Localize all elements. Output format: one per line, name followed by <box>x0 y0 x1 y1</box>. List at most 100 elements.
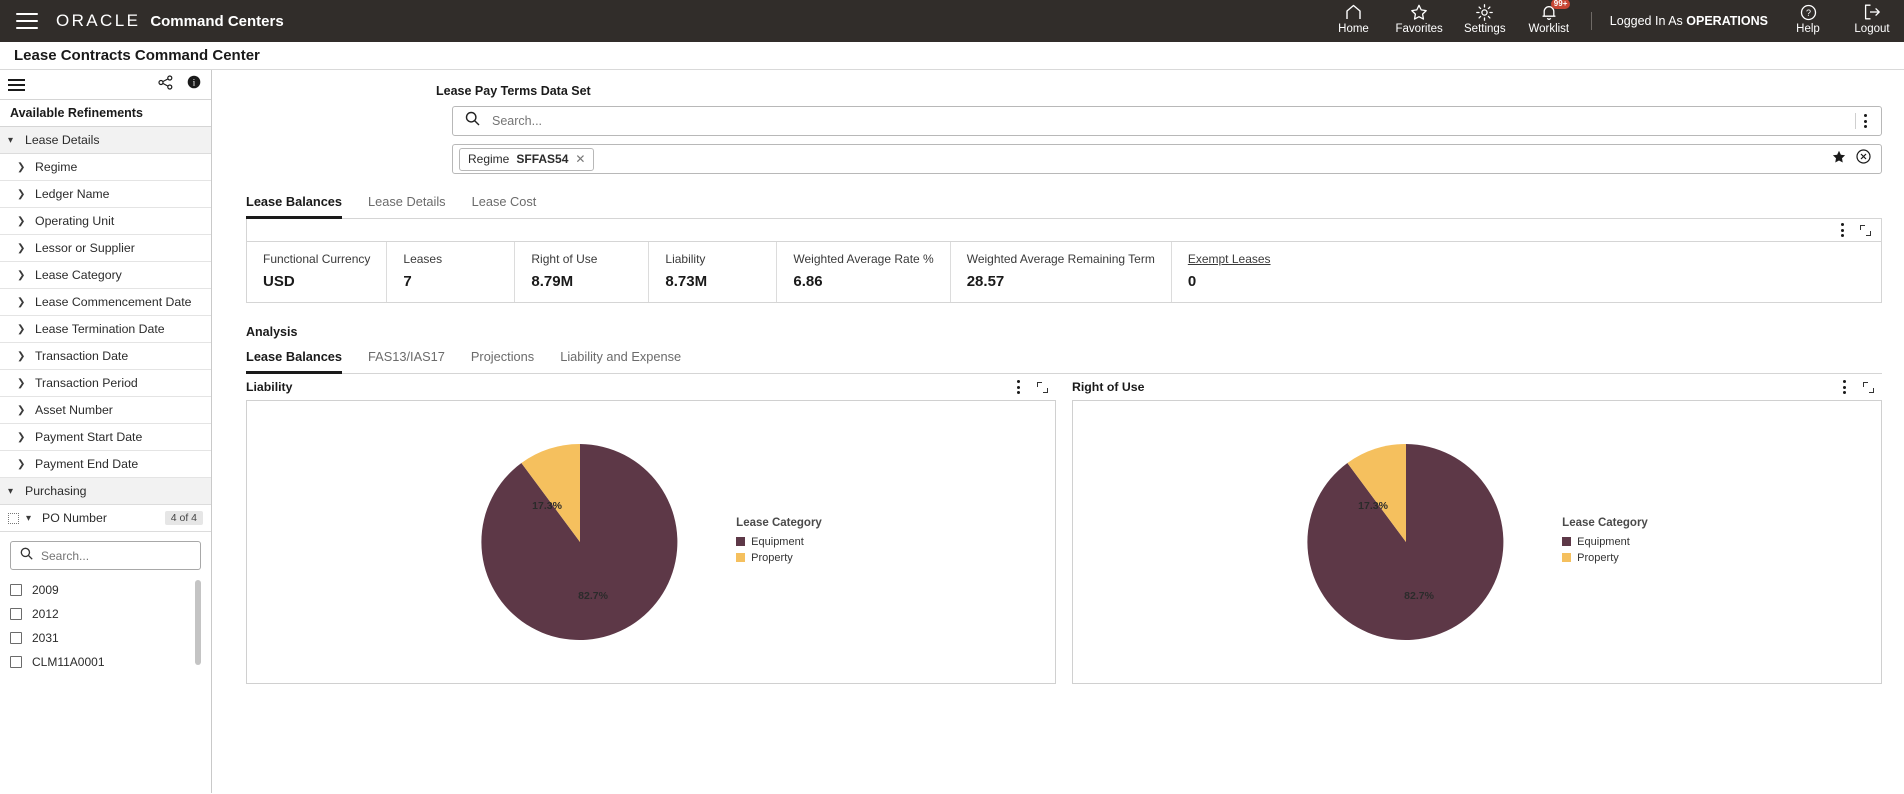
pie-chart-right-of-use[interactable]: 17.3% 82.7% <box>1306 442 1506 642</box>
sidebar-item-label: Regime <box>35 160 78 174</box>
search-input[interactable] <box>492 114 1855 128</box>
analysis-tab-lease-balances[interactable]: Lease Balances <box>246 349 343 374</box>
nav-help[interactable]: ? Help <box>1776 0 1840 35</box>
share-icon[interactable] <box>158 74 173 95</box>
chart-kebab-icon[interactable] <box>1009 380 1028 394</box>
filter-chip-regime[interactable]: Regime SFFAS54 ✕ <box>459 147 595 171</box>
list-item[interactable]: CLM11A0001 <box>10 650 191 674</box>
sidebar-group-purchasing[interactable]: ▾ Purchasing <box>0 478 211 505</box>
po-option-list: 2009 2012 2031 CLM11A0001 <box>10 578 201 674</box>
metric-label: Weighted Average Rate % <box>793 252 934 266</box>
sidebar-item-lease-termination-date[interactable]: ❯ Lease Termination Date <box>0 316 211 343</box>
sidebar-item-lease-commencement-date[interactable]: ❯ Lease Commencement Date <box>0 289 211 316</box>
legend-item-equipment[interactable]: Equipment <box>1562 536 1648 548</box>
sidebar-item-label: Lease Category <box>35 268 122 282</box>
sidebar-item-transaction-date[interactable]: ❯ Transaction Date <box>0 343 211 370</box>
global-menu-icon[interactable] <box>16 13 38 29</box>
analysis-tab-fas13-ias17[interactable]: FAS13/IAS17 <box>368 349 445 374</box>
sidebar-item-regime[interactable]: ❯ Regime <box>0 154 211 181</box>
po-number-count: 4 of 4 <box>164 511 203 525</box>
legend-item-equipment[interactable]: Equipment <box>736 536 822 548</box>
sidebar-item-payment-end-date[interactable]: ❯ Payment End Date <box>0 451 211 478</box>
sidebar-item-label: Ledger Name <box>35 187 110 201</box>
metric-label[interactable]: Exempt Leases <box>1188 252 1271 266</box>
tab-lease-balances[interactable]: Lease Balances <box>246 194 343 219</box>
legend-swatch-equipment <box>1562 537 1572 546</box>
sidebar-item-label: Transaction Period <box>35 376 138 390</box>
sidebar-item-lessor-or-supplier[interactable]: ❯ Lessor or Supplier <box>0 235 211 262</box>
legend-item-property[interactable]: Property <box>736 552 822 564</box>
chart-expand-icon[interactable] <box>1037 381 1048 393</box>
sidebar-group-label: Purchasing <box>25 484 87 498</box>
pie-chart-liability[interactable]: 17.3% 82.7% <box>480 442 680 642</box>
drag-handle-icon <box>8 512 19 524</box>
sidebar-item-lease-category[interactable]: ❯ Lease Category <box>0 262 211 289</box>
nav-favorites-label: Favorites <box>1395 23 1443 35</box>
svg-text:?: ? <box>1805 8 1810 18</box>
star-filled-icon[interactable] <box>1832 150 1846 169</box>
question-circle-icon: ? <box>1800 2 1817 22</box>
sidebar-item-transaction-period[interactable]: ❯ Transaction Period <box>0 370 211 397</box>
chart-legend-liability: Lease Category Equipment Property <box>736 517 822 568</box>
body: i Available Refinements ▾ Lease Details … <box>0 70 1904 793</box>
legend-swatch-property <box>1562 553 1572 562</box>
legend-label: Property <box>1577 551 1619 564</box>
po-search-box[interactable] <box>10 541 201 570</box>
nav-favorites[interactable]: Favorites <box>1386 0 1453 35</box>
nav-home[interactable]: Home <box>1322 0 1386 35</box>
sidebar-item-label: Lease Commencement Date <box>35 295 192 309</box>
star-icon <box>1410 2 1428 22</box>
checkbox-icon[interactable] <box>10 608 22 620</box>
metrics-expand-icon[interactable] <box>1860 224 1871 236</box>
analysis-tab-projections[interactable]: Projections <box>471 349 534 374</box>
checkbox-icon[interactable] <box>10 584 22 596</box>
po-list-scrollbar[interactable] <box>195 580 201 665</box>
list-item[interactable]: 2031 <box>10 626 191 650</box>
checkbox-icon[interactable] <box>10 632 22 644</box>
sidebar-item-label: Lessor or Supplier <box>35 241 135 255</box>
checkbox-icon[interactable] <box>10 656 22 668</box>
nav-help-label: Help <box>1796 23 1820 35</box>
analysis-tab-liability-and-expense[interactable]: Liability and Expense <box>560 349 681 374</box>
metrics-kebab-icon[interactable] <box>1833 223 1852 237</box>
metric-leases: Leases 7 <box>387 242 516 302</box>
metric-label: Leases <box>403 252 443 266</box>
search-options-kebab-icon[interactable] <box>1856 114 1875 128</box>
po-option-label: 2012 <box>32 607 59 621</box>
sidebar-item-ledger-name[interactable]: ❯ Ledger Name <box>0 181 211 208</box>
chevron-down-icon: ▾ <box>26 512 32 524</box>
sidebar-item-payment-start-date[interactable]: ❯ Payment Start Date <box>0 424 211 451</box>
chevron-right-icon: ❯ <box>17 296 26 308</box>
sidebar-item-po-number[interactable]: ▾ PO Number 4 of 4 <box>0 505 211 532</box>
chevron-right-icon: ❯ <box>17 188 26 200</box>
tab-lease-details[interactable]: Lease Details <box>368 194 446 219</box>
po-search-input[interactable] <box>41 548 191 563</box>
sidebar-item-label: Payment End Date <box>35 457 139 471</box>
nav-settings-label: Settings <box>1464 23 1506 35</box>
chart-kebab-icon[interactable] <box>1835 380 1854 394</box>
nav-logout[interactable]: Logout <box>1840 0 1904 35</box>
sidebar-group-lease-details[interactable]: ▾ Lease Details <box>0 127 211 154</box>
sidebar-item-operating-unit[interactable]: ❯ Operating Unit <box>0 208 211 235</box>
chart-expand-icon[interactable] <box>1863 381 1874 393</box>
clear-circle-icon[interactable] <box>1856 149 1871 169</box>
metric-value: 8.73M <box>665 273 708 290</box>
legend-item-property[interactable]: Property <box>1562 552 1648 564</box>
sidebar-menu-icon[interactable] <box>8 78 25 91</box>
sidebar-item-asset-number[interactable]: ❯ Asset Number <box>0 397 211 424</box>
metric-value: 28.57 <box>966 273 1005 290</box>
metric-label: Functional Currency <box>263 252 371 266</box>
chevron-right-icon: ❯ <box>17 458 26 470</box>
list-item[interactable]: 2009 <box>10 578 191 602</box>
global-search-box[interactable] <box>452 106 1882 136</box>
info-icon[interactable]: i <box>187 75 201 94</box>
oracle-logo: ORACLE <box>56 11 141 30</box>
nav-settings[interactable]: Settings <box>1453 0 1517 35</box>
logout-arrow-icon <box>1864 2 1881 22</box>
tab-lease-cost[interactable]: Lease Cost <box>472 194 537 219</box>
nav-logout-label: Logout <box>1854 23 1890 35</box>
nav-worklist[interactable]: 99+ Worklist <box>1517 0 1581 35</box>
close-icon[interactable]: ✕ <box>575 152 585 166</box>
list-item[interactable]: 2012 <box>10 602 191 626</box>
main-content: Lease Pay Terms Data Set Regime SFFAS54 … <box>212 70 1904 793</box>
